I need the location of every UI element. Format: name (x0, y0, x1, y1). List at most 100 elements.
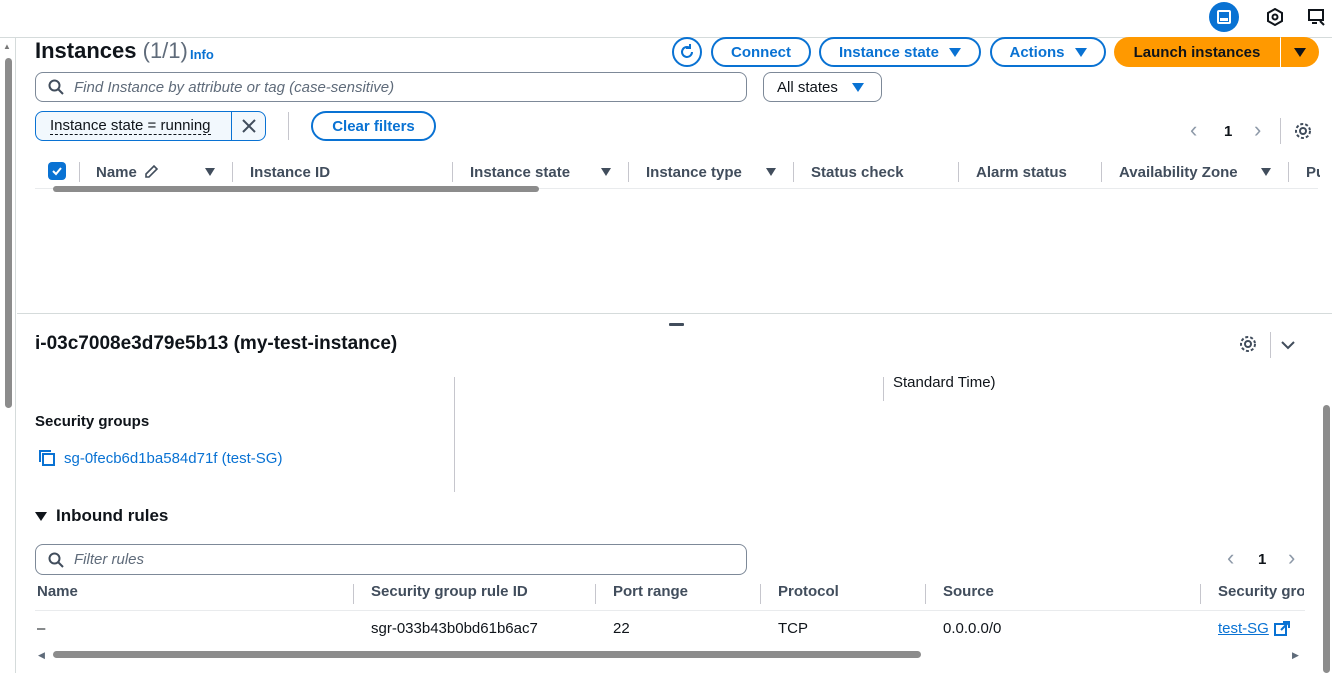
filter-token-text: Instance state = running (50, 116, 211, 135)
caret-down-icon (35, 511, 47, 521)
rule-security-group-link[interactable]: test-SG (1218, 620, 1290, 637)
left-scrollbar-thumb[interactable] (5, 58, 12, 408)
col-header-instance-id[interactable]: Instance ID (250, 158, 330, 186)
sort-icon[interactable] (766, 168, 776, 176)
security-groups-label: Security groups (35, 413, 150, 430)
right-scrollbar-thumb[interactable] (1323, 405, 1330, 673)
screen-share-icon[interactable] (1302, 2, 1332, 32)
next-page-icon[interactable]: › (1254, 117, 1261, 143)
page-title: Instances (1/1) (35, 38, 188, 64)
instance-count: (1/1) (142, 38, 188, 63)
connect-label: Connect (731, 43, 791, 61)
divider (1270, 332, 1271, 358)
column-divider (760, 584, 761, 604)
close-icon (241, 119, 256, 133)
select-all-checkbox[interactable] (48, 162, 66, 180)
col-header-public[interactable]: Pu (1306, 158, 1320, 186)
column-divider (1200, 584, 1201, 604)
inbound-rules-toggle[interactable]: Inbound rules (35, 506, 168, 526)
split-panel-divider (17, 313, 1332, 314)
filter-rules-input[interactable]: Filter rules (35, 544, 747, 575)
sort-icon[interactable] (205, 168, 215, 176)
divider (288, 112, 289, 140)
info-link[interactable]: Info (190, 47, 214, 62)
search-icon (48, 552, 64, 568)
filter-token: Instance state = running (35, 111, 266, 141)
rules-col-name[interactable]: Name (37, 583, 78, 600)
security-group-link[interactable]: sg-0fecb6d1ba584d71f (test-SG) (38, 449, 282, 467)
filter-rules-placeholder: Filter rules (74, 551, 145, 568)
column-divider (958, 162, 959, 182)
next-page-icon[interactable]: › (1288, 545, 1295, 571)
col-header-availability-zone[interactable]: Availability Zone (1119, 158, 1238, 186)
rule-source: 0.0.0.0/0 (943, 620, 1002, 637)
instance-state-label: Instance state (838, 43, 940, 61)
caret-down-icon (1074, 47, 1087, 57)
rules-col-rule-id[interactable]: Security group rule ID (371, 583, 528, 600)
page-title-text: Instances (35, 38, 137, 63)
column-divider (883, 377, 884, 401)
divider (1280, 118, 1281, 144)
column-divider (232, 162, 233, 182)
instance-state-button[interactable]: Instance state (819, 37, 981, 67)
scroll-right-icon[interactable]: ▶ (1292, 650, 1299, 661)
timezone-value: Standard Time) (893, 374, 996, 391)
refresh-icon (681, 44, 693, 58)
copy-icon[interactable] (38, 449, 56, 467)
column-divider (595, 584, 596, 604)
caret-down-icon (949, 47, 962, 57)
column-divider (1288, 162, 1289, 182)
rules-col-security-group[interactable]: Security gro (1218, 583, 1304, 600)
table-settings-icon[interactable] (1293, 121, 1313, 146)
rules-col-protocol[interactable]: Protocol (778, 583, 839, 600)
caret-down-icon (851, 82, 864, 92)
table-horizontal-scrollbar[interactable] (53, 186, 539, 192)
panel-layout-icon[interactable] (1209, 2, 1239, 32)
state-select-value: All states (777, 78, 838, 96)
column-divider (793, 162, 794, 182)
rule-id: sgr-033b43b0bd61b6ac7 (371, 620, 538, 637)
external-link-icon (1273, 620, 1290, 636)
sort-icon[interactable] (601, 168, 611, 176)
split-panel-settings-icon[interactable] (1238, 334, 1258, 359)
inbound-rules-heading: Inbound rules (56, 506, 169, 525)
rules-horizontal-scrollbar[interactable] (53, 651, 921, 658)
sort-icon[interactable] (1261, 168, 1271, 176)
rules-col-port-range[interactable]: Port range (613, 583, 688, 600)
hexagon-settings-icon[interactable] (1260, 2, 1290, 32)
rules-header-line (35, 610, 1305, 611)
security-group-id[interactable]: sg-0fecb6d1ba584d71f (test-SG) (64, 450, 282, 467)
state-select[interactable]: All states (763, 72, 882, 102)
remove-filter-button[interactable] (232, 119, 265, 133)
scroll-left-icon[interactable]: ◀ (38, 650, 45, 661)
column-divider (925, 584, 926, 604)
clear-filters-button[interactable]: Clear filters (311, 111, 436, 141)
top-bar (0, 0, 1332, 38)
page-number[interactable]: 1 (1224, 123, 1232, 140)
split-panel-resize-handle[interactable] (669, 323, 684, 326)
col-header-name[interactable]: Name (96, 158, 159, 186)
col-header-status-check[interactable]: Status check (811, 158, 904, 186)
scroll-up-arrow-icon[interactable]: ▲ (3, 42, 11, 51)
filter-token-label[interactable]: Instance state = running (36, 112, 232, 140)
column-divider (353, 584, 354, 604)
clear-filters-label: Clear filters (332, 117, 415, 135)
launch-instances-button[interactable]: Launch instances (1114, 37, 1280, 67)
rules-col-source[interactable]: Source (943, 583, 994, 600)
col-header-instance-type[interactable]: Instance type (646, 158, 742, 186)
instance-search-input[interactable]: Find Instance by attribute or tag (case-… (35, 72, 747, 102)
launch-dropdown-button[interactable] (1281, 37, 1319, 67)
rules-page-number[interactable]: 1 (1258, 551, 1266, 568)
collapse-panel-icon[interactable] (1279, 336, 1297, 359)
refresh-button[interactable] (672, 37, 702, 67)
prev-page-icon[interactable]: ‹ (1190, 117, 1197, 143)
col-header-instance-state[interactable]: Instance state (470, 158, 570, 186)
col-header-alarm-status[interactable]: Alarm status (976, 158, 1067, 186)
actions-label: Actions (1009, 43, 1065, 61)
search-placeholder: Find Instance by attribute or tag (case-… (74, 78, 395, 96)
prev-page-icon[interactable]: ‹ (1227, 545, 1234, 571)
rule-security-group[interactable]: test-SG (1218, 620, 1269, 637)
actions-button[interactable]: Actions (990, 37, 1106, 67)
connect-button[interactable]: Connect (711, 37, 811, 67)
column-divider (1101, 162, 1102, 182)
